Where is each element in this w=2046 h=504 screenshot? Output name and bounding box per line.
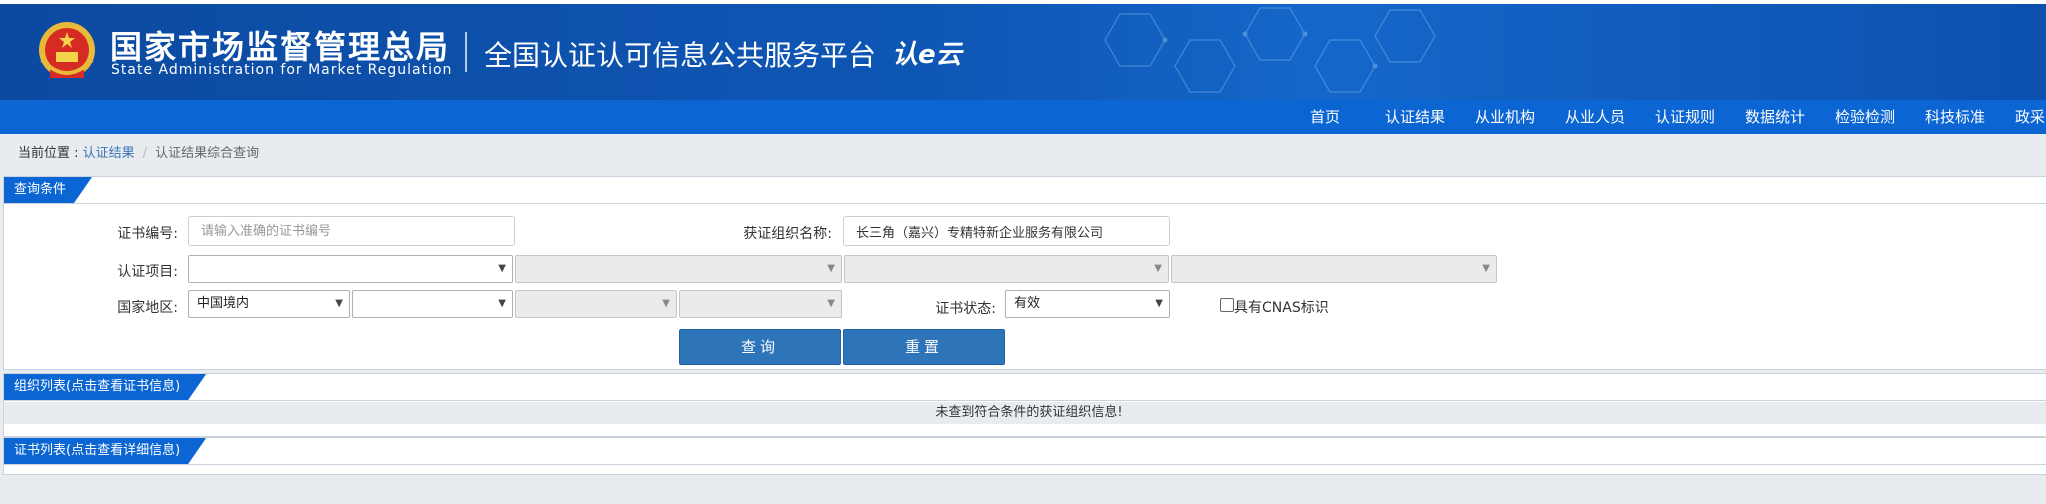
breadcrumb-separator: / (142, 146, 148, 161)
cert-no-input[interactable] (188, 216, 515, 246)
nav-item-standards[interactable]: 科技标准 (1925, 100, 1985, 134)
chevron-down-icon: ▼ (498, 298, 506, 309)
cert-list-panel: 证书列表(点击查看详细信息) (3, 437, 2046, 475)
chevron-down-icon: ▼ (1154, 263, 1162, 274)
org-name-input[interactable] (843, 216, 1170, 246)
region-label: 国家地区: (117, 300, 178, 316)
nav-item-cert-rules[interactable]: 认证规则 (1655, 100, 1715, 134)
header-divider (465, 32, 467, 72)
org-list-panel: 组织列表(点击查看证书信息) 未查到符合条件的获证组织信息! (3, 373, 2046, 437)
query-button[interactable]: 查询 (679, 329, 841, 365)
project-label: 认证项目: (117, 264, 178, 280)
nav-item-cert-results[interactable]: 认证结果 (1385, 100, 1445, 134)
chevron-down-icon: ▼ (662, 298, 670, 309)
cert-no-label: 证书编号: (117, 226, 178, 242)
region-select-city: ▼ (515, 290, 677, 318)
region-select-district: ▼ (679, 290, 842, 318)
project-select-4: ▼ (1171, 255, 1497, 283)
cnas-checkbox[interactable] (1220, 298, 1234, 312)
query-panel-header: 查询条件 (4, 177, 2046, 204)
org-list-empty-message: 未查到符合条件的获证组织信息! (4, 402, 2046, 424)
org-name-label: 获证组织名称: (743, 226, 832, 242)
cert-status-value: 有效 (1014, 296, 1041, 311)
platform-title: 全国认证认可信息公共服务平台 (484, 39, 877, 72)
region-select-country[interactable]: 中国境内 ▼ (188, 290, 350, 318)
nav-item-personnel[interactable]: 从业人员 (1565, 100, 1625, 134)
national-emblem-icon (39, 22, 95, 78)
cert-status-label: 证书状态: (935, 301, 996, 317)
cnas-checkbox-label: 具有CNAS标识 (1234, 300, 1329, 316)
chevron-down-icon: ▼ (827, 263, 835, 274)
chevron-down-icon: ▼ (827, 298, 835, 309)
org-list-title: 组织列表(点击查看证书信息) (4, 374, 206, 400)
hexagon-decoration (1104, 7, 1436, 93)
region-select-province[interactable]: ▼ (352, 290, 513, 318)
project-select-3: ▼ (844, 255, 1169, 283)
main-nav: 首页 认证结果 从业机构 从业人员 认证规则 数据统计 检验检测 科技标准 政采 (0, 100, 2046, 134)
platform-logo: 认e云 (892, 40, 962, 70)
cert-status-select[interactable]: 有效 ▼ (1005, 290, 1170, 318)
chevron-down-icon: ▼ (1482, 263, 1490, 274)
project-select-1[interactable]: ▼ (188, 255, 513, 283)
nav-item-procurement[interactable]: 政采 (2015, 100, 2045, 134)
project-select-2: ▼ (515, 255, 842, 283)
region-select-value: 中国境内 (197, 296, 250, 311)
chevron-down-icon: ▼ (335, 298, 343, 309)
reset-button[interactable]: 重置 (843, 329, 1005, 365)
nav-item-home[interactable]: 首页 (1310, 100, 1340, 134)
breadcrumb-current: 认证结果综合查询 (155, 146, 260, 161)
agency-title-en: State Administration for Market Regulati… (111, 62, 453, 78)
org-list-header: 组织列表(点击查看证书信息) (4, 374, 2046, 401)
site-header: 国家市场监督管理总局 State Administration for Mark… (0, 4, 2046, 100)
breadcrumb: 当前位置 : 认证结果 / 认证结果综合查询 (18, 142, 259, 161)
chevron-down-icon: ▼ (498, 263, 506, 274)
nav-item-inspection[interactable]: 检验检测 (1835, 100, 1895, 134)
chevron-down-icon: ▼ (1155, 298, 1163, 309)
cert-list-title: 证书列表(点击查看详细信息) (4, 438, 206, 464)
cert-list-header: 证书列表(点击查看详细信息) (4, 438, 2046, 465)
nav-item-statistics[interactable]: 数据统计 (1745, 100, 1805, 134)
nav-item-institutions[interactable]: 从业机构 (1475, 100, 1535, 134)
breadcrumb-link-cert-results[interactable]: 认证结果 (83, 146, 135, 161)
breadcrumb-prefix: 当前位置 : (18, 146, 83, 161)
query-panel-title: 查询条件 (4, 177, 92, 203)
